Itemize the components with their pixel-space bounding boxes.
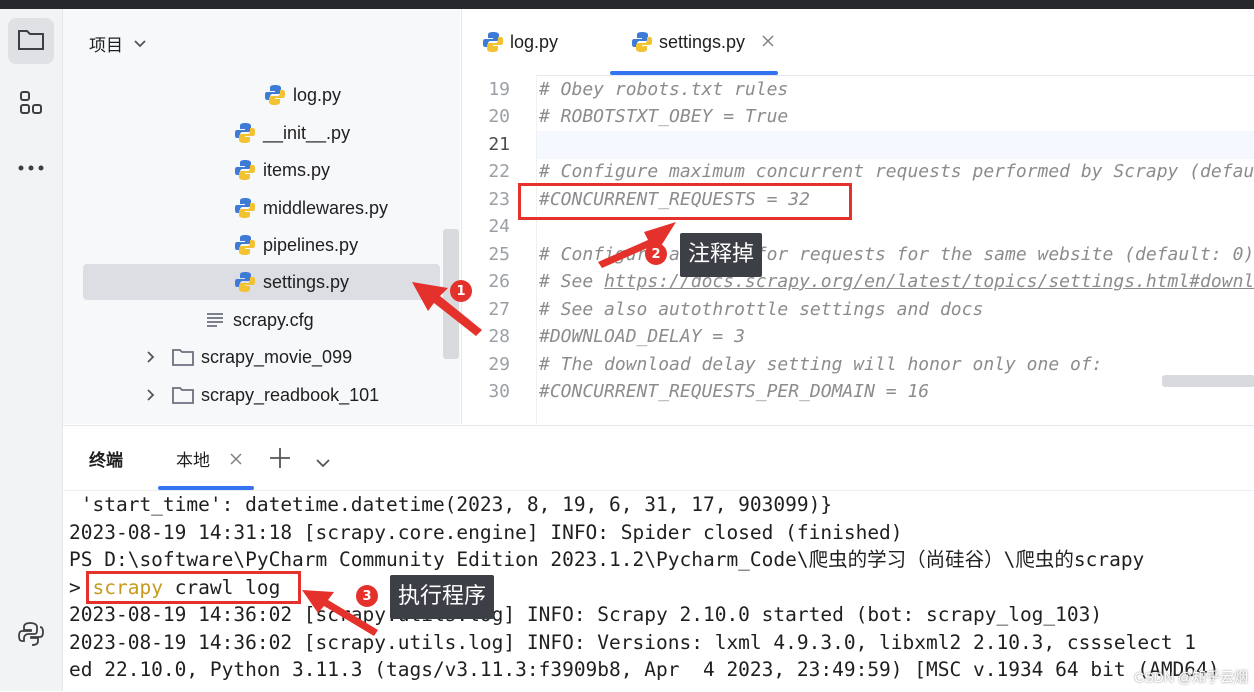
tree-item-label: items.py	[263, 159, 331, 180]
more-tools-button[interactable]	[8, 143, 54, 189]
annotation-marker-3: 3	[356, 585, 378, 607]
python-file-icon	[233, 233, 257, 257]
tree-item-label: middlewares.py	[263, 197, 389, 218]
watermark: CSDN @知乎云烟	[1134, 669, 1248, 685]
project-title: 项目	[89, 36, 123, 56]
tree-item-init-py[interactable]: __init__.py	[233, 115, 350, 151]
code-line[interactable]: # See https://docs.scrapy.org/en/latest/…	[539, 268, 1254, 295]
activity-bar	[0, 9, 63, 691]
line-number: 27	[488, 299, 510, 320]
annotation-callout-run-program: 执行程序	[390, 575, 495, 619]
close-icon[interactable]	[229, 451, 243, 470]
python-file-icon	[263, 83, 287, 107]
terminal-output-line: ed 22.10.0, Python 3.11.3 (tags/v3.11.3:…	[69, 658, 1220, 681]
editor-tab-bar: log.py settings.py	[462, 9, 1254, 76]
line-number: 30	[488, 381, 510, 402]
add-terminal-icon[interactable]	[269, 447, 291, 473]
terminal-tab-label: 本地	[176, 451, 210, 471]
structure-button[interactable]	[8, 82, 54, 128]
more-icon	[17, 157, 45, 176]
window-top-bar	[0, 0, 1254, 9]
folder-icon	[171, 345, 195, 369]
python-file-icon	[233, 158, 257, 182]
terminal-tab-local[interactable]: 本地	[176, 446, 210, 471]
tree-item-pipelines-py[interactable]: pipelines.py	[233, 227, 358, 263]
folder-icon	[171, 383, 195, 407]
close-icon[interactable]	[761, 32, 775, 53]
line-number: 21	[488, 134, 510, 155]
tree-item-label: log.py	[293, 84, 342, 105]
code-line[interactable]: #CONCURRENT_REQUESTS_PER_DOMAIN = 16	[539, 378, 929, 405]
tree-item-scrapy-cfg[interactable]: scrapy.cfg	[203, 302, 314, 338]
terminal-title: 终端	[89, 451, 123, 471]
line-number: 28	[488, 326, 510, 347]
python-icon	[18, 621, 44, 651]
terminal-output-line: 2023-08-19 14:36:02 [scrapy.utils.log] I…	[69, 603, 1103, 626]
line-number: 23	[488, 189, 510, 210]
tab-label: log.py	[510, 31, 559, 52]
tree-item-label: scrapy_readbook_101	[201, 384, 380, 405]
code-line[interactable]: # ROBOTSTXT_OBEY = True	[539, 103, 788, 130]
python-file-icon	[482, 31, 504, 53]
project-view-button[interactable]	[8, 18, 54, 64]
terminal-output-line: 2023-08-19 14:31:18 [scrapy.core.engine]…	[69, 521, 903, 544]
chevron-down-icon	[133, 34, 147, 54]
chevron-right-icon[interactable]	[143, 345, 159, 369]
tree-item-items-py[interactable]: items.py	[233, 152, 330, 188]
terminal-tab-bar: 终端 本地	[63, 426, 1254, 491]
config-file-icon	[203, 308, 227, 332]
tab-label: settings.py	[659, 31, 746, 52]
terminal-panel: 终端 本地 'start_time': datetime.datetime(20…	[63, 425, 1254, 692]
line-number: 24	[488, 216, 510, 237]
terminal-output-line: 'start_time': datetime.datetime(2023, 8,…	[69, 493, 833, 516]
python-file-icon	[233, 270, 257, 294]
line-number: 20	[488, 106, 510, 127]
tree-item-label: __init__.py	[263, 122, 351, 143]
structure-icon	[18, 90, 44, 120]
code-line[interactable]: # See also autothrottle settings and doc…	[539, 296, 983, 323]
annotation-marker-2: 2	[645, 243, 667, 265]
tree-item-label: scrapy_movie_099	[201, 346, 353, 367]
tree-item-log-py[interactable]: log.py	[263, 77, 341, 113]
line-number: 29	[488, 354, 510, 375]
prompt-symbol: >	[69, 576, 81, 599]
python-file-icon	[233, 196, 257, 220]
chevron-down-icon[interactable]	[315, 453, 331, 472]
tab-log-py[interactable]: log.py	[482, 9, 558, 75]
tree-item-label: pipelines.py	[263, 234, 359, 255]
chevron-right-icon[interactable]	[143, 383, 159, 407]
code-line[interactable]: # The download delay setting will honor …	[539, 351, 1103, 378]
code-text: # See	[539, 271, 605, 292]
tree-item-scrapy-movie-099[interactable]: scrapy_movie_099	[143, 339, 352, 375]
line-number: 19	[488, 79, 510, 100]
project-header[interactable]: 项目	[89, 31, 147, 56]
code-line[interactable]: # Obey robots.txt rules	[539, 76, 788, 103]
active-tab-indicator	[610, 71, 778, 75]
annotation-marker-1: 1	[450, 280, 472, 302]
tree-item-settings-py[interactable]: settings.py	[83, 264, 440, 300]
python-file-icon	[233, 121, 257, 145]
tree-item-label: settings.py	[263, 271, 350, 292]
folder-icon	[17, 27, 45, 55]
tab-settings-py[interactable]: settings.py	[631, 9, 775, 75]
python-file-icon	[631, 31, 653, 53]
editor-horizontal-scrollbar[interactable]	[1162, 375, 1254, 387]
annotation-box-command	[86, 571, 301, 604]
tree-item-label: scrapy.cfg	[233, 309, 314, 330]
code-line[interactable]: # Configure maximum concurrent requests …	[539, 158, 1254, 185]
active-terminal-tab-indicator	[158, 486, 254, 490]
tree-item-scrapy-readbook-101[interactable]: scrapy_readbook_101	[143, 377, 379, 413]
annotation-box-concurrent-requests	[518, 183, 852, 220]
code-line[interactable]: #DOWNLOAD_DELAY = 3	[539, 323, 745, 350]
terminal-output-line: 2023-08-19 14:36:02 [scrapy.utils.log] I…	[69, 631, 1197, 654]
terminal-output-line: PS D:\software\PyCharm Community Edition…	[69, 548, 1145, 571]
line-number: 25	[488, 244, 510, 265]
current-line-highlight	[536, 131, 1254, 159]
line-number: 22	[488, 161, 510, 182]
python-console-button[interactable]	[8, 613, 54, 659]
annotation-callout-comment-out: 注释掉	[680, 233, 763, 277]
project-panel: 项目 log.py __init__.py items.py middlewar…	[63, 9, 460, 424]
tree-item-middlewares-py[interactable]: middlewares.py	[233, 190, 388, 226]
